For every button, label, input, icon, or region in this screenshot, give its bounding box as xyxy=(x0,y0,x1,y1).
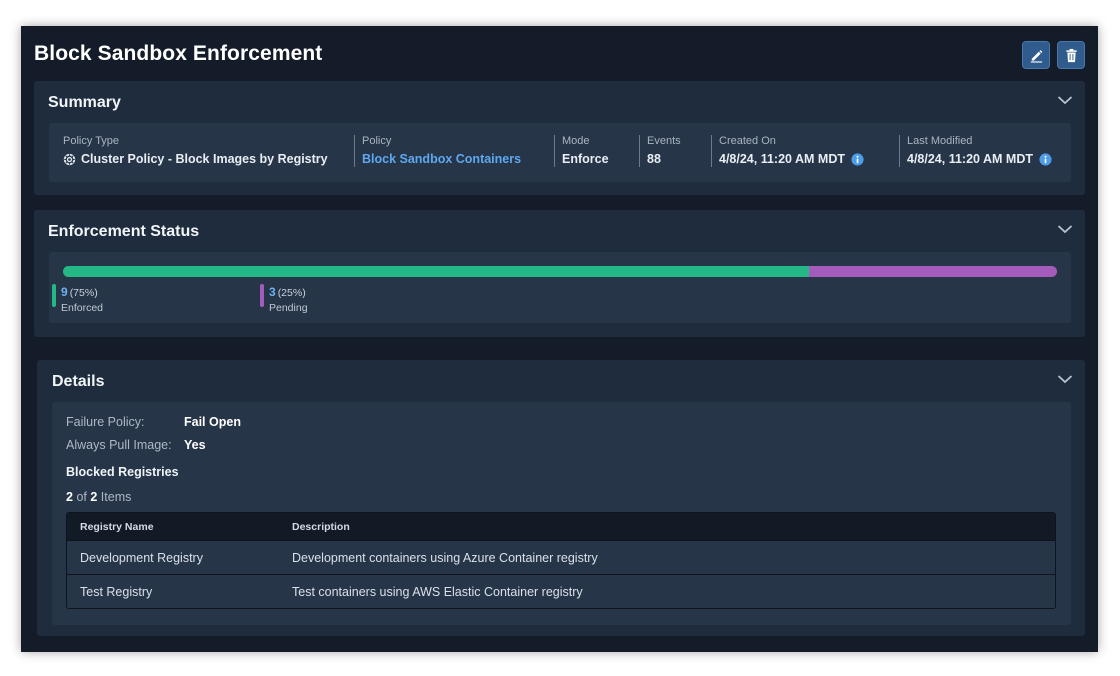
enforced-legend: 9 (75%) Enforced xyxy=(52,283,103,314)
failure-policy-label: Failure Policy: xyxy=(66,415,145,429)
summary-divider xyxy=(711,135,712,167)
always-pull-label: Always Pull Image: xyxy=(66,438,172,452)
policy-label: Policy xyxy=(362,135,392,147)
edit-button[interactable] xyxy=(1022,41,1050,69)
blocked-registries-table: Registry Name Description Development Re… xyxy=(66,512,1056,609)
events-field: Events 88 xyxy=(647,135,681,166)
enforcement-progress-bar xyxy=(63,266,1057,277)
last-modified-value: 4/8/24, 11:20 AM MDT xyxy=(907,152,1033,166)
table-header: Registry Name Description xyxy=(67,513,1055,540)
pending-count: 3 xyxy=(269,285,276,299)
chevron-down-icon xyxy=(1057,96,1073,105)
last-modified-field: Last Modified 4/8/24, 11:20 AM MDT xyxy=(907,135,1052,166)
status-card: 9 (75%) Enforced 3 (25%) Pending xyxy=(49,252,1071,323)
pending-legend: 3 (25%) Pending xyxy=(260,283,308,314)
policy-type-label: Policy Type xyxy=(63,135,120,147)
always-pull-value: Yes xyxy=(184,438,206,452)
created-on-label: Created On xyxy=(719,135,776,147)
details-collapse-toggle[interactable] xyxy=(1057,372,1073,384)
policy-field: Policy Block Sandbox Containers xyxy=(362,135,521,166)
summary-divider xyxy=(554,135,555,167)
events-label: Events xyxy=(647,135,681,147)
items-count: 2 of 2 Items xyxy=(66,490,132,504)
pending-label: Pending xyxy=(269,302,308,314)
failure-policy-row: Failure Policy: Fail Open xyxy=(66,415,241,429)
info-icon[interactable] xyxy=(1039,152,1052,166)
chevron-down-icon xyxy=(1057,225,1073,234)
pending-segment xyxy=(808,266,1057,277)
failure-policy-value: Fail Open xyxy=(184,415,241,429)
policy-type-value: Cluster Policy - Block Images by Registr… xyxy=(81,152,328,166)
summary-collapse-toggle[interactable] xyxy=(1057,93,1073,105)
summary-panel: Summary Policy Type Cluster Policy - Blo… xyxy=(34,81,1085,195)
enforced-percent: (75%) xyxy=(69,287,98,299)
table-row[interactable]: Test Registry Test containers using AWS … xyxy=(67,574,1055,608)
summary-divider xyxy=(354,135,355,167)
description-cell: Test containers using AWS Elastic Contai… xyxy=(292,584,583,599)
blocked-registries-heading: Blocked Registries xyxy=(66,465,179,479)
enforced-segment xyxy=(63,266,809,277)
policy-window: Block Sandbox Enforcement Summary Policy… xyxy=(21,26,1098,652)
enforcement-status-title: Enforcement Status xyxy=(48,223,200,240)
mode-value: Enforce xyxy=(562,152,609,166)
mode-field: Mode Enforce xyxy=(562,135,609,166)
pending-color-mark xyxy=(260,284,264,307)
last-modified-label: Last Modified xyxy=(907,135,973,147)
enforcement-status-panel: Enforcement Status 9 (75%) Enforced 3 (25%… xyxy=(34,210,1085,337)
always-pull-row: Always Pull Image: Yes xyxy=(66,438,206,452)
pending-percent: (25%) xyxy=(277,287,306,299)
summary-title: Summary xyxy=(48,94,121,111)
policy-type-field: Policy Type Cluster Policy - Block Image… xyxy=(63,135,328,166)
delete-button[interactable] xyxy=(1057,41,1085,69)
table-row[interactable]: Development Registry Development contain… xyxy=(67,540,1055,574)
details-card: Failure Policy: Fail Open Always Pull Ima… xyxy=(52,402,1071,625)
page-title: Block Sandbox Enforcement xyxy=(34,42,323,65)
events-value: 88 xyxy=(647,152,661,166)
details-panel: Details Failure Policy: Fail Open Always … xyxy=(37,360,1085,636)
created-on-field: Created On 4/8/24, 11:20 AM MDT xyxy=(719,135,864,166)
trash-icon xyxy=(1065,48,1077,62)
status-collapse-toggle[interactable] xyxy=(1057,222,1073,234)
cluster-gear-icon xyxy=(63,153,76,165)
pencil-icon xyxy=(1030,49,1042,63)
policy-link[interactable]: Block Sandbox Containers xyxy=(362,152,521,166)
enforced-color-mark xyxy=(52,284,56,307)
created-on-value: 4/8/24, 11:20 AM MDT xyxy=(719,152,845,166)
info-icon[interactable] xyxy=(851,152,864,166)
column-header-description[interactable]: Description xyxy=(292,521,1055,533)
summary-divider xyxy=(899,135,900,167)
details-title: Details xyxy=(52,373,105,390)
mode-label: Mode xyxy=(562,135,590,147)
registry-name-cell: Test Registry xyxy=(80,584,153,599)
summary-card: Policy Type Cluster Policy - Block Image… xyxy=(49,123,1071,182)
enforced-count: 9 xyxy=(61,285,68,299)
description-cell: Development containers using Azure Conta… xyxy=(292,550,598,565)
chevron-down-icon xyxy=(1057,375,1073,384)
enforced-label: Enforced xyxy=(61,302,104,314)
column-header-registry-name[interactable]: Registry Name xyxy=(67,521,292,533)
summary-divider xyxy=(639,135,640,167)
registry-name-cell: Development Registry xyxy=(80,550,203,565)
